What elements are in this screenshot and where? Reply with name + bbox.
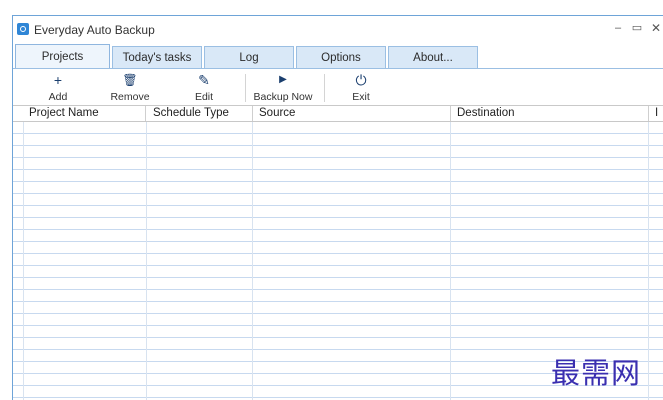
- power-icon: ⏻: [355, 72, 367, 88]
- column-divider: [252, 122, 253, 400]
- edit-button[interactable]: ✎ Edit: [188, 72, 220, 104]
- add-label: Add: [48, 91, 68, 103]
- table-header: Project Name Schedule Type Source Destin…: [13, 106, 663, 122]
- column-divider: [450, 122, 451, 400]
- tab-projects[interactable]: Projects: [15, 44, 110, 69]
- exit-label: Exit: [352, 91, 370, 103]
- column-header-source[interactable]: Source: [253, 106, 451, 121]
- tab-options[interactable]: Options: [296, 46, 386, 68]
- column-header-project-name[interactable]: Project Name: [23, 106, 146, 121]
- toolbar-separator: [245, 74, 246, 102]
- tab-todays-tasks[interactable]: Today's tasks: [112, 46, 202, 68]
- play-icon: ▶: [279, 74, 287, 85]
- maximize-button[interactable]: ▭: [630, 21, 644, 35]
- minimize-button[interactable]: –: [611, 21, 625, 35]
- window-title: Everyday Auto Backup: [34, 23, 155, 37]
- tab-log[interactable]: Log: [204, 46, 294, 68]
- column-header-overflow[interactable]: I: [649, 106, 663, 121]
- edit-label: Edit: [194, 91, 214, 103]
- app-icon: [17, 23, 29, 35]
- backup-now-label: Backup Now: [253, 91, 313, 103]
- plus-icon: +: [53, 72, 63, 88]
- remove-label: Remove: [110, 91, 150, 103]
- column-header-destination[interactable]: Destination: [451, 106, 649, 121]
- close-button[interactable]: ✕: [649, 21, 663, 35]
- remove-button[interactable]: 🗑 Remove: [108, 72, 152, 104]
- toolbar: + Add 🗑 Remove ✎ Edit ▶ Backup Now ⏻ Exi…: [13, 69, 663, 106]
- tab-about[interactable]: About...: [388, 46, 478, 68]
- column-divider: [648, 122, 649, 400]
- column-divider: [23, 122, 24, 400]
- column-divider: [146, 122, 147, 400]
- backup-now-button[interactable]: ▶ Backup Now: [253, 72, 313, 104]
- exit-button[interactable]: ⏻ Exit: [346, 72, 376, 104]
- tab-strip: Projects Today's tasks Log Options About…: [13, 44, 663, 69]
- toolbar-separator: [324, 74, 325, 102]
- column-header-schedule-type[interactable]: Schedule Type: [147, 106, 253, 121]
- title-bar: Everyday Auto Backup – ▭ ✕: [13, 16, 663, 44]
- app-window: Everyday Auto Backup – ▭ ✕ Projects Toda…: [12, 15, 663, 400]
- trash-icon: 🗑: [122, 73, 138, 87]
- watermark-text: 最需网: [551, 356, 642, 390]
- add-button[interactable]: + Add: [41, 72, 75, 104]
- pencil-icon: ✎: [198, 72, 210, 88]
